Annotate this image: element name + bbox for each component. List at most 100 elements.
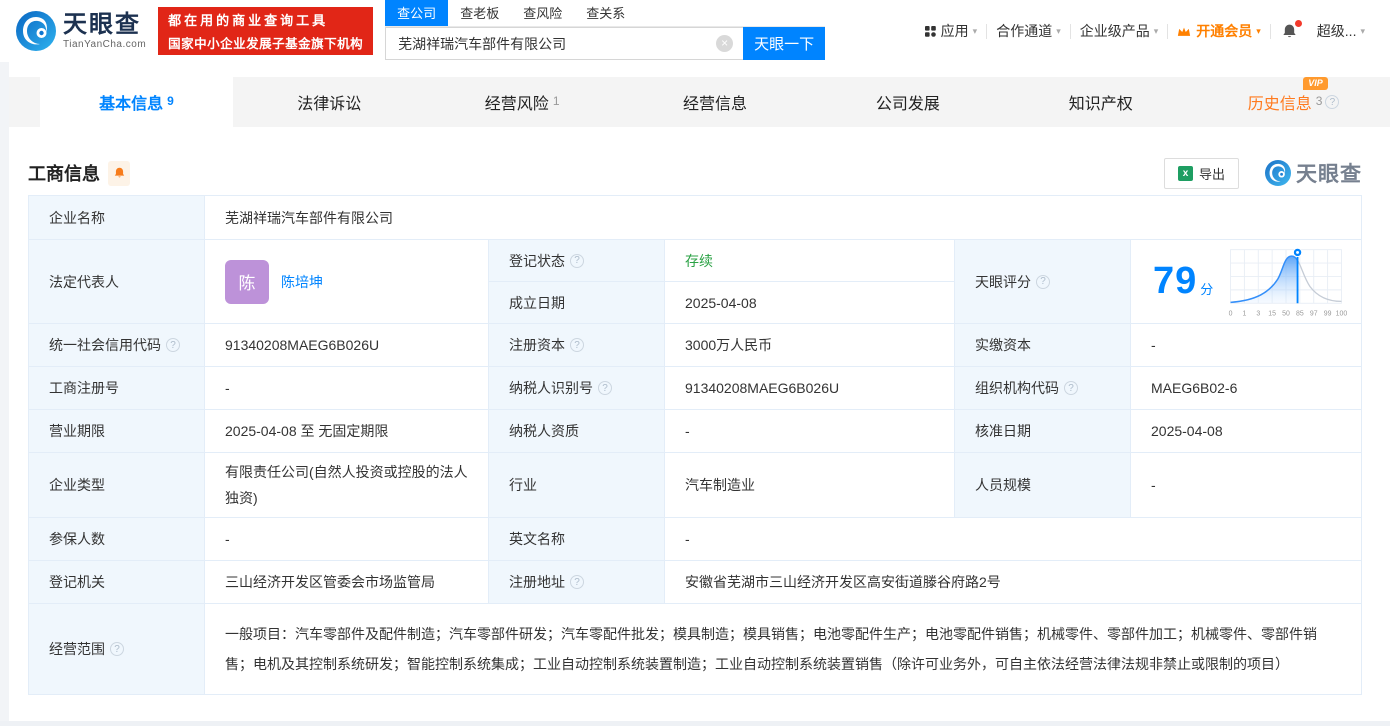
search-tabs: 查公司 查老板 查风险 查关系 [385, 0, 826, 27]
business-term-value: 2025-04-08 至 无固定期限 [205, 410, 489, 453]
chevron-down-icon: ▾ [1153, 25, 1159, 36]
legal-rep-link[interactable]: 陈培坤 [281, 272, 323, 292]
notifications-bell[interactable] [1271, 19, 1308, 40]
score-number: 79 [1153, 260, 1198, 302]
credit-code-value: 91340208MAEG6B026U [205, 324, 489, 367]
tab-operation-risk[interactable]: 经营风险 1 [426, 77, 619, 127]
reg-status-label: 登记状态? [489, 240, 665, 282]
svg-text:1: 1 [1243, 310, 1247, 317]
legal-rep-value: 陈 陈培坤 [205, 240, 489, 324]
export-button[interactable]: x 导出 [1163, 157, 1239, 189]
tab-history-info[interactable]: 历史信息 VIP 3 ? [1197, 77, 1390, 127]
search-input[interactable] [385, 27, 744, 60]
search-tab-relation[interactable]: 查关系 [574, 0, 637, 26]
avatar[interactable]: 陈 [225, 259, 269, 304]
tab-label: 知识产权 [1068, 96, 1133, 113]
search-tab-risk[interactable]: 查风险 [511, 0, 574, 26]
reg-address-value: 安徽省芜湖市三山经济开发区高安街道滕谷府路2号 [665, 561, 1361, 604]
nav-apps[interactable]: 应用 ▾ [916, 21, 987, 41]
watermark-logo: 天眼查 [1265, 158, 1362, 188]
reg-address-label: 注册地址? [489, 561, 665, 604]
help-icon[interactable]: ? [1036, 274, 1050, 289]
svg-text:3: 3 [1257, 310, 1261, 317]
svg-text:99: 99 [1324, 310, 1332, 317]
score-unit: 分 [1200, 282, 1214, 297]
svg-text:15: 15 [1269, 310, 1277, 317]
tab-label: 基本信息 [99, 96, 164, 113]
help-icon[interactable]: ? [570, 338, 584, 352]
apps-grid-icon [924, 25, 936, 37]
reg-status-value: 存续 [665, 240, 955, 282]
top-nav: 应用 ▾ 合作通道 ▾ 企业级产品 ▾ 开通会员 ▾ 超级... ▾ [916, 19, 1374, 41]
tyc-score-label: 天眼评分? [955, 240, 1131, 324]
reg-capital-value: 3000万人民币 [665, 324, 955, 367]
nav-vip[interactable]: 开通会员 ▾ [1168, 21, 1270, 41]
company-type-label: 企业类型 [29, 453, 205, 518]
tab-company-development[interactable]: 公司发展 [811, 77, 1004, 127]
english-name-label: 英文名称 [489, 518, 665, 561]
tab-operation-info[interactable]: 经营信息 [619, 77, 812, 127]
tab-label: 公司发展 [875, 96, 940, 113]
svg-text:50: 50 [1282, 310, 1290, 317]
english-name-value: - [665, 518, 1361, 561]
chevron-down-icon: ▾ [1056, 25, 1061, 36]
reg-capital-label: 注册资本? [489, 324, 665, 367]
watermark-text: 天眼查 [1296, 163, 1362, 186]
section-title: 工商信息 [28, 164, 100, 184]
nav-cooperation[interactable]: 合作通道 ▾ [987, 21, 1070, 41]
help-icon[interactable]: ? [598, 381, 612, 395]
business-info-header: 工商信息 x 导出 天眼查 [28, 155, 1362, 191]
company-type-value: 有限责任公司(自然人投资或控股的法人独资) [205, 453, 489, 518]
business-term-label: 营业期限 [29, 410, 205, 453]
insured-count-label: 参保人数 [29, 518, 205, 561]
page-bottom-edge [0, 721, 1390, 726]
help-icon[interactable]: ? [570, 575, 584, 589]
search-tab-boss[interactable]: 查老板 [448, 0, 511, 26]
nav-user[interactable]: 超级... ▾ [1308, 21, 1374, 41]
help-icon[interactable]: ? [570, 253, 584, 268]
tab-label: 经营信息 [683, 96, 748, 113]
staff-size-label: 人员规模 [955, 453, 1131, 518]
chevron-down-icon: ▾ [1256, 25, 1261, 36]
nav-apps-label: 应用 [940, 23, 969, 39]
help-icon[interactable]: ? [1064, 381, 1078, 395]
search-button[interactable]: 天眼一下 [743, 27, 826, 60]
nav-enterprise-label: 企业级产品 [1079, 23, 1150, 39]
crown-icon [1177, 25, 1191, 38]
business-scope-label: 经营范围? [29, 604, 205, 694]
industry-value: 汽车制造业 [665, 453, 955, 518]
tab-intellectual-property[interactable]: 知识产权 [1004, 77, 1197, 127]
tab-basic-info[interactable]: 基本信息 9 [40, 77, 233, 127]
reg-authority-label: 登记机关 [29, 561, 205, 604]
svg-text:85: 85 [1296, 310, 1304, 317]
logo-title: 天眼查 [63, 10, 141, 38]
search-area: 查公司 查老板 查风险 查关系 × 天眼一下 [385, 0, 826, 60]
help-icon[interactable]: ? [166, 338, 180, 352]
help-icon[interactable]: ? [110, 642, 124, 656]
tyc-score-value[interactable]: 79 分 0 1 3 15 50 85 97 99 100 [1131, 240, 1361, 324]
tab-legal[interactable]: 法律诉讼 [233, 77, 426, 127]
paid-capital-value: - [1131, 324, 1361, 367]
nav-cooperation-label: 合作通道 [996, 23, 1053, 39]
taxpayer-id-label: 纳税人识别号? [489, 367, 665, 410]
notification-dot [1294, 19, 1302, 27]
subscribe-bell-button[interactable] [108, 160, 130, 186]
nav-enterprise[interactable]: 企业级产品 ▾ [1071, 21, 1168, 41]
status-badge: 存续 [685, 252, 713, 269]
approval-date-label: 核准日期 [955, 410, 1131, 453]
header: 天眼查 TianYanCha.com 都在用的商业查询工具 国家中小企业发展子基… [0, 0, 1390, 62]
excel-icon: x [1177, 165, 1193, 181]
nav-user-label: 超级... [1316, 23, 1357, 39]
search-tab-company[interactable]: 查公司 [385, 0, 449, 26]
help-icon[interactable]: ? [1325, 95, 1340, 109]
chevron-down-icon: ▾ [1360, 25, 1365, 36]
tab-count: 9 [167, 94, 174, 108]
insured-count-value: - [205, 518, 489, 561]
business-scope-value: 一般项目：汽车零部件及配件制造；汽车零部件研发；汽车零配件批发；模具制造；模具销… [205, 604, 1361, 694]
org-code-value: MAEG6B02-6 [1131, 367, 1361, 410]
tianyancha-logo[interactable]: 天眼查 TianYanCha.com [16, 11, 146, 51]
svg-text:100: 100 [1336, 310, 1348, 317]
tab-label: 历史信息 [1247, 96, 1312, 113]
export-label: 导出 [1198, 166, 1225, 182]
company-tabs: 基本信息 9 法律诉讼 经营风险 1 经营信息 公司发展 知识产权 历史信息 V… [0, 77, 1390, 127]
